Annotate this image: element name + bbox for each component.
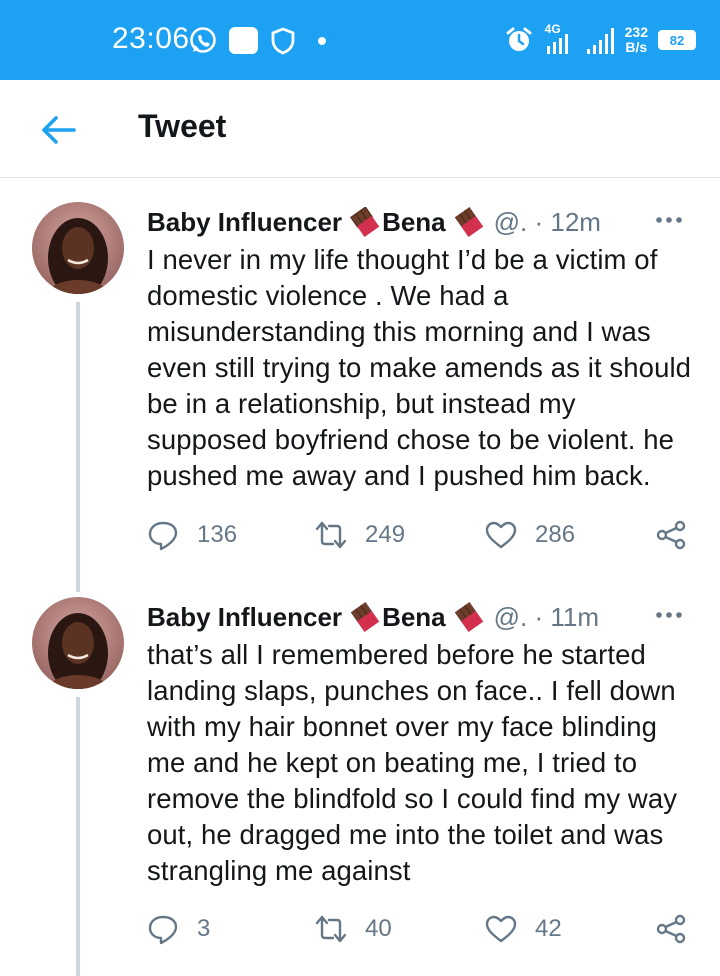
app-icon bbox=[229, 27, 258, 54]
retweet-count: 40 bbox=[365, 915, 392, 942]
arrow-left-icon[interactable] bbox=[36, 108, 80, 152]
battery-icon: 82 bbox=[658, 30, 696, 50]
page-title: Tweet bbox=[138, 108, 227, 144]
heart-icon bbox=[485, 521, 517, 549]
network-speed: 232 B/s bbox=[624, 24, 648, 55]
reply-icon bbox=[148, 521, 178, 551]
more-options-icon[interactable] bbox=[654, 605, 684, 625]
display-name[interactable]: Baby Influencer bbox=[147, 207, 342, 238]
like-button[interactable]: 42 bbox=[485, 909, 562, 949]
app-header: Tweet bbox=[0, 80, 720, 178]
reply-count: 136 bbox=[197, 521, 238, 548]
tweet-text: that’s all I remembered before he starte… bbox=[147, 639, 678, 886]
chocolate-emoji-icon bbox=[350, 602, 380, 632]
handle-and-time: @. · 12m bbox=[493, 206, 601, 237]
tweet-actions: 3 40 42 bbox=[147, 909, 697, 949]
whatsapp-icon bbox=[190, 27, 216, 53]
tweet-header: Baby Influencer Bena @. · 11m bbox=[147, 599, 692, 635]
like-count: 286 bbox=[535, 521, 576, 548]
reply-icon bbox=[148, 915, 178, 945]
shield-icon bbox=[271, 27, 295, 55]
retweet-button[interactable]: 40 bbox=[315, 909, 392, 949]
reply-button[interactable]: 136 bbox=[147, 515, 237, 555]
avatar[interactable] bbox=[32, 597, 124, 689]
retweet-count: 249 bbox=[365, 521, 406, 548]
tweet-header: Baby Influencer Bena @. · 12m bbox=[147, 204, 692, 240]
like-button[interactable]: 286 bbox=[485, 515, 575, 555]
chocolate-emoji-icon bbox=[350, 207, 380, 237]
retweet-icon bbox=[315, 915, 347, 943]
heart-icon bbox=[485, 915, 517, 943]
avatar[interactable] bbox=[32, 202, 124, 294]
dot-icon bbox=[318, 37, 326, 45]
signal-icon bbox=[586, 28, 614, 54]
status-time: 23:06 bbox=[112, 22, 190, 55]
reply-count: 3 bbox=[197, 915, 211, 942]
like-count: 42 bbox=[535, 915, 562, 942]
tweet-text: I never in my life thought I’d be a vict… bbox=[147, 244, 692, 491]
tweet[interactable]: Baby Influencer Bena @. · 11m that’s all… bbox=[0, 597, 720, 976]
chocolate-emoji-icon bbox=[454, 602, 483, 632]
status-right: 4G 232 B/s 82 bbox=[505, 20, 696, 60]
chocolate-emoji-icon bbox=[454, 207, 483, 237]
retweet-button[interactable]: 249 bbox=[315, 515, 405, 555]
status-bar: 23:06 4G 232 B/s 82 bbox=[0, 0, 720, 80]
retweet-icon bbox=[315, 521, 347, 549]
reply-button[interactable]: 3 bbox=[147, 909, 210, 949]
more-options-icon[interactable] bbox=[654, 210, 684, 230]
share-icon bbox=[656, 914, 686, 944]
display-name-suffix[interactable]: Bena bbox=[382, 602, 446, 633]
share-icon bbox=[656, 520, 686, 550]
share-button[interactable] bbox=[655, 909, 687, 949]
alarm-icon bbox=[506, 27, 532, 51]
thread-line bbox=[76, 697, 80, 976]
tweet[interactable]: Baby Influencer Bena @. · 12m I never in… bbox=[0, 202, 720, 592]
share-button[interactable] bbox=[655, 515, 687, 555]
display-name-suffix[interactable]: Bena bbox=[382, 207, 446, 238]
handle-and-time: @. · 11m bbox=[493, 601, 600, 632]
signal-icon: 4G bbox=[543, 22, 575, 58]
display-name[interactable]: Baby Influencer bbox=[147, 602, 342, 633]
tweet-actions: 136 249 286 bbox=[147, 515, 697, 555]
thread-line bbox=[76, 302, 80, 592]
